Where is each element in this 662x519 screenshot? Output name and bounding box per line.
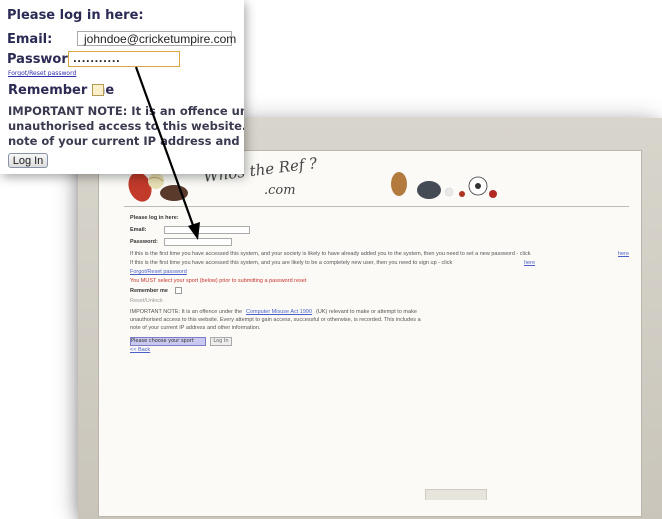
cricket-helmet-icon [417, 181, 441, 199]
bg-note-line-3: note of your current IP address and othe… [130, 325, 261, 331]
tennis-ball-icon [148, 173, 164, 189]
bg-email-label: Email: [130, 227, 147, 233]
bg-forgot-link[interactable]: Forgot/Reset password [130, 269, 187, 275]
sport-select[interactable]: Please choose your sport [130, 337, 206, 346]
back-link[interactable]: << Back [130, 347, 150, 353]
forgot-password-link[interactable]: Forgot/Reset password [8, 70, 76, 77]
sports-bag-icon [160, 185, 188, 201]
bg-remember-checkbox[interactable] [175, 287, 182, 294]
page-title: Please log in here: [130, 215, 179, 221]
page-bottom-tab [425, 489, 487, 500]
football-icon [468, 176, 488, 196]
rugby-ball-brown-icon [391, 172, 407, 196]
bg-note-line-2: unauthorised access to this website. Eve… [130, 317, 421, 323]
computer-misuse-act-link[interactable]: Computer Misuse Act 1990 [246, 309, 312, 315]
password-input[interactable]: ........... [68, 51, 180, 67]
bg-remember-label: Remember me [130, 288, 168, 294]
bg-note-line-1b: (UK) relevant to make or attempt to make [316, 309, 417, 315]
note-line-1: IMPORTANT NOTE: It is an offence under t… [8, 104, 244, 118]
site-logo-domain: .com [264, 183, 296, 198]
note-line-2: unauthorised access to this website. Eve… [8, 119, 244, 133]
reset-unlock-link[interactable]: Reset/Unlock [130, 298, 163, 304]
banner-divider [124, 206, 629, 207]
zoom-title: Please log in here: [7, 8, 144, 23]
remember-me-checkbox[interactable] [92, 84, 104, 96]
email-input[interactable]: johndoe@cricketumpire.com [77, 31, 236, 46]
bg-login-button[interactable]: Log In [210, 337, 232, 346]
red-ball-icon [489, 190, 497, 198]
bg-password-label: Password: [130, 239, 158, 245]
first-time-link-1[interactable]: here [618, 251, 629, 257]
bg-email-field[interactable] [164, 226, 250, 234]
note-line-3: note of your current IP address and othe… [8, 134, 244, 148]
golf-ball-icon [444, 187, 454, 197]
email-label: Email: [7, 32, 53, 47]
first-time-line-1: If this is the first time you have acces… [130, 251, 531, 257]
login-button[interactable]: Log In [8, 153, 48, 168]
warning-text: You MUST select your sport (below) prior… [130, 278, 307, 284]
first-time-line-2: If this is the first time you have acces… [130, 260, 453, 266]
cricket-ball-icon [459, 191, 465, 197]
first-time-link-2[interactable]: here [524, 260, 535, 266]
zoom-callout: Please log in here: Email: johndoe@crick… [0, 0, 244, 174]
bg-note-line-1: IMPORTANT NOTE: It is an offence under t… [130, 309, 243, 315]
bg-password-field[interactable] [164, 238, 232, 246]
